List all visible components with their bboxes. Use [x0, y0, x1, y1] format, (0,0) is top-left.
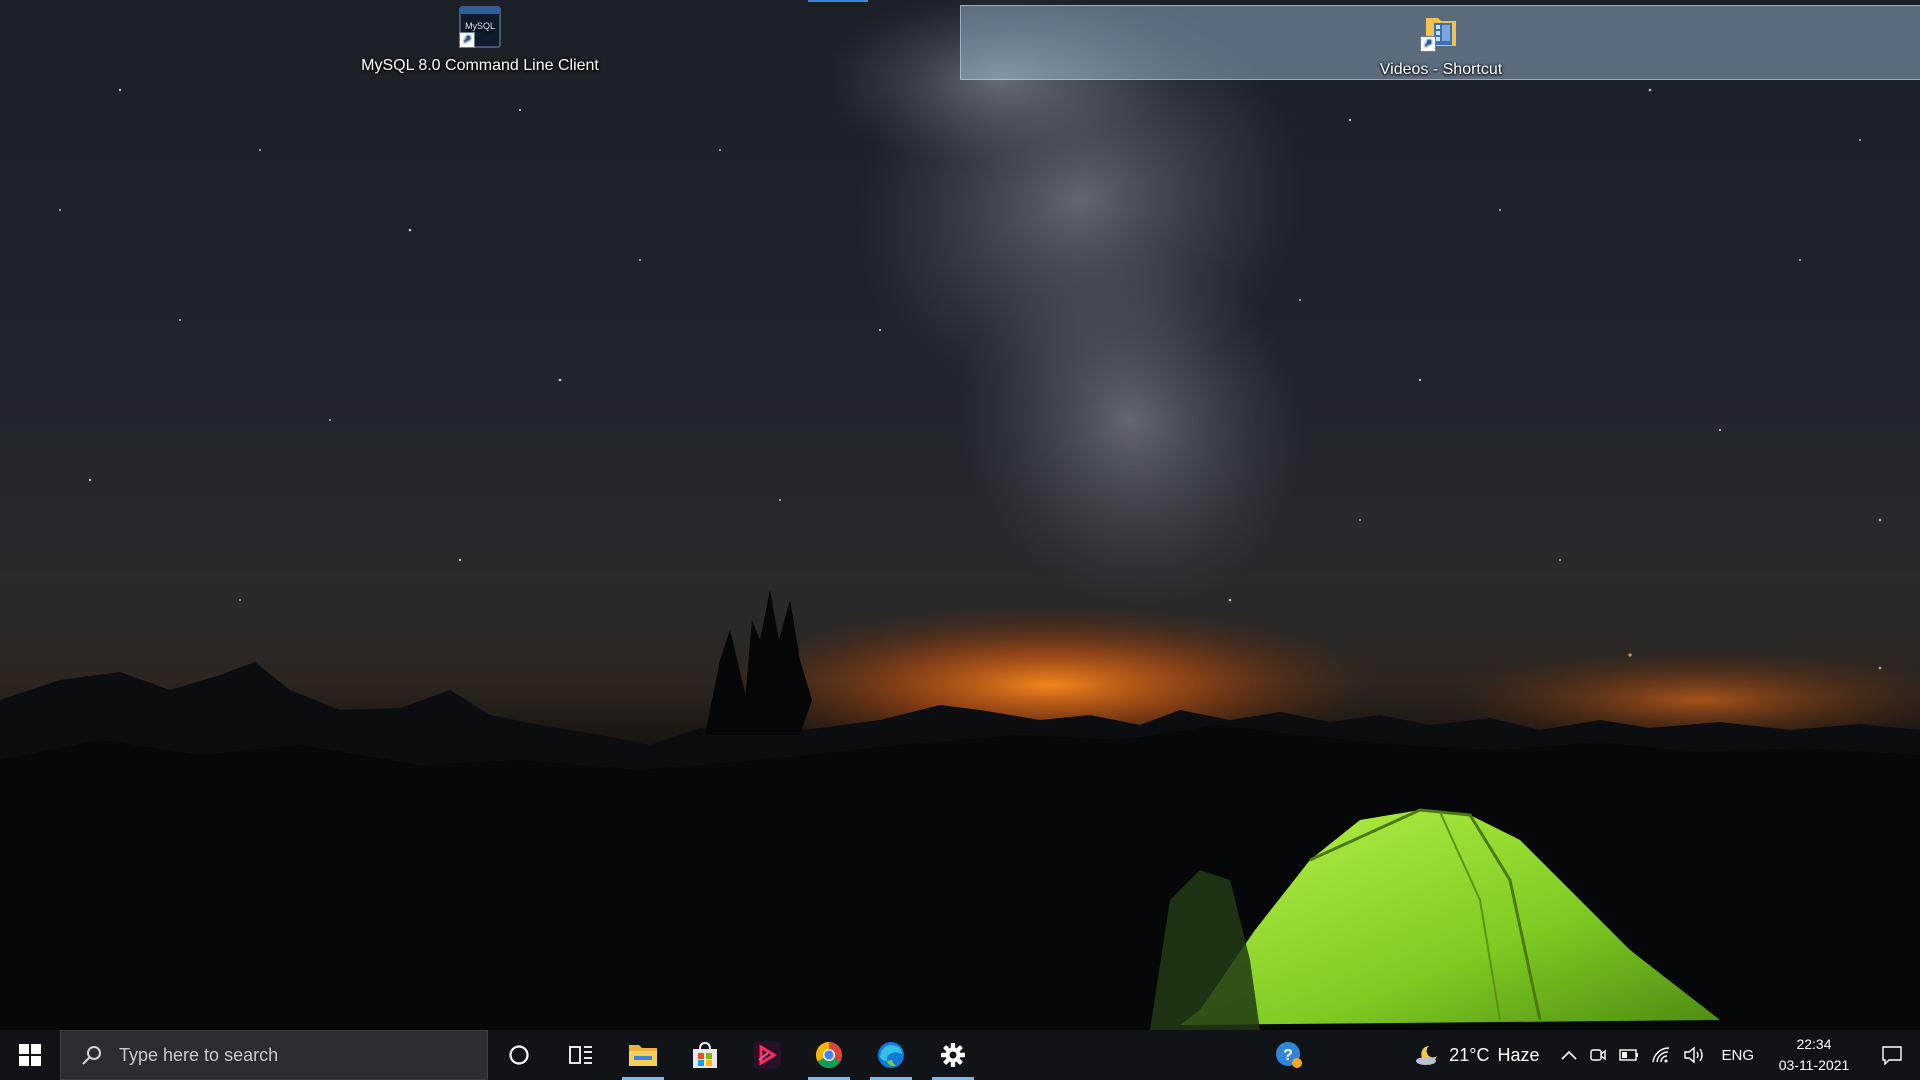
weather-condition: Haze [1497, 1044, 1540, 1065]
top-accent-line [808, 0, 868, 2]
moon-cloud-icon [1416, 1046, 1438, 1065]
clock-date: 03-11-2021 [1778, 1057, 1850, 1073]
shortcut-arrow-icon: ↗ [459, 32, 475, 48]
microsoft-store-button[interactable] [674, 1030, 736, 1080]
battery-icon [1619, 1049, 1639, 1061]
mysql-badge-text: MySQL [465, 21, 495, 31]
show-hidden-icons-button[interactable] [1555, 1030, 1583, 1080]
edge-icon [878, 1042, 904, 1068]
weather-temp: 21°C [1449, 1044, 1490, 1065]
weather-widget[interactable]: 21°C Haze [1409, 1030, 1545, 1080]
cortana-button[interactable] [488, 1030, 550, 1080]
cortana-icon [509, 1045, 529, 1065]
chrome-icon [815, 1041, 843, 1069]
desktop-icon-mysql[interactable]: MySQL ↗ MySQL 8.0 Command Line Client [340, 6, 620, 75]
desktop-icon-label: MySQL 8.0 Command Line Client [361, 57, 599, 74]
chrome-button[interactable] [798, 1030, 860, 1080]
file-explorer-button[interactable] [612, 1030, 674, 1080]
speaker-icon [1684, 1046, 1704, 1064]
settings-button[interactable] [922, 1030, 984, 1080]
desktop-icon-videos-shortcut[interactable]: ↗ Videos - Shortcut [960, 5, 1920, 80]
windows-logo-icon [19, 1044, 41, 1066]
edge-button[interactable] [860, 1030, 922, 1080]
task-view-button[interactable] [550, 1030, 612, 1080]
desktop-wallpaper [0, 0, 1920, 1030]
store-icon [693, 1041, 717, 1068]
clock[interactable]: 22:34 03-11-2021 [1764, 1030, 1864, 1080]
network-button[interactable] [1645, 1030, 1677, 1080]
chevron-up-icon [1561, 1050, 1578, 1060]
notification-icon [1882, 1046, 1902, 1065]
desktop-icon-label: Videos - Shortcut [1379, 61, 1503, 78]
file-explorer-icon [629, 1045, 657, 1066]
language-label: ENG [1721, 1046, 1754, 1064]
svg-text:?: ? [1283, 1047, 1293, 1064]
task-view-icon [569, 1046, 592, 1064]
camera-icon [1590, 1049, 1607, 1061]
start-button[interactable] [0, 1030, 60, 1080]
settings-icon [941, 1043, 965, 1067]
search-icon [81, 1044, 107, 1066]
media-app-icon [753, 1041, 781, 1069]
battery-button[interactable] [1613, 1030, 1645, 1080]
language-indicator[interactable]: ENG [1711, 1030, 1764, 1080]
media-app-button[interactable] [736, 1030, 798, 1080]
clock-time: 22:34 [1796, 1036, 1832, 1052]
videos-folder-icon: ↗ [1420, 10, 1462, 52]
system-tray: ? 21°C Haze ENG 22:34 03-11-2021 [1269, 1030, 1920, 1080]
action-center-button[interactable] [1864, 1030, 1920, 1080]
meet-now-button[interactable] [1583, 1030, 1613, 1080]
taskbar-search-box[interactable]: Type here to search [60, 1030, 488, 1080]
mysql-icon: MySQL ↗ [459, 6, 501, 48]
wallpaper-scene [0, 0, 1920, 1030]
wifi-icon [1652, 1047, 1670, 1063]
volume-button[interactable] [1677, 1030, 1711, 1080]
taskbar: Type here to search ? 21°C Haze ENG 22:3… [0, 1030, 1920, 1080]
search-placeholder: Type here to search [119, 1044, 279, 1065]
help-icon: ? [1276, 1042, 1303, 1068]
help-tray-button[interactable]: ? [1269, 1030, 1309, 1080]
shortcut-arrow-icon: ↗ [1420, 36, 1436, 52]
